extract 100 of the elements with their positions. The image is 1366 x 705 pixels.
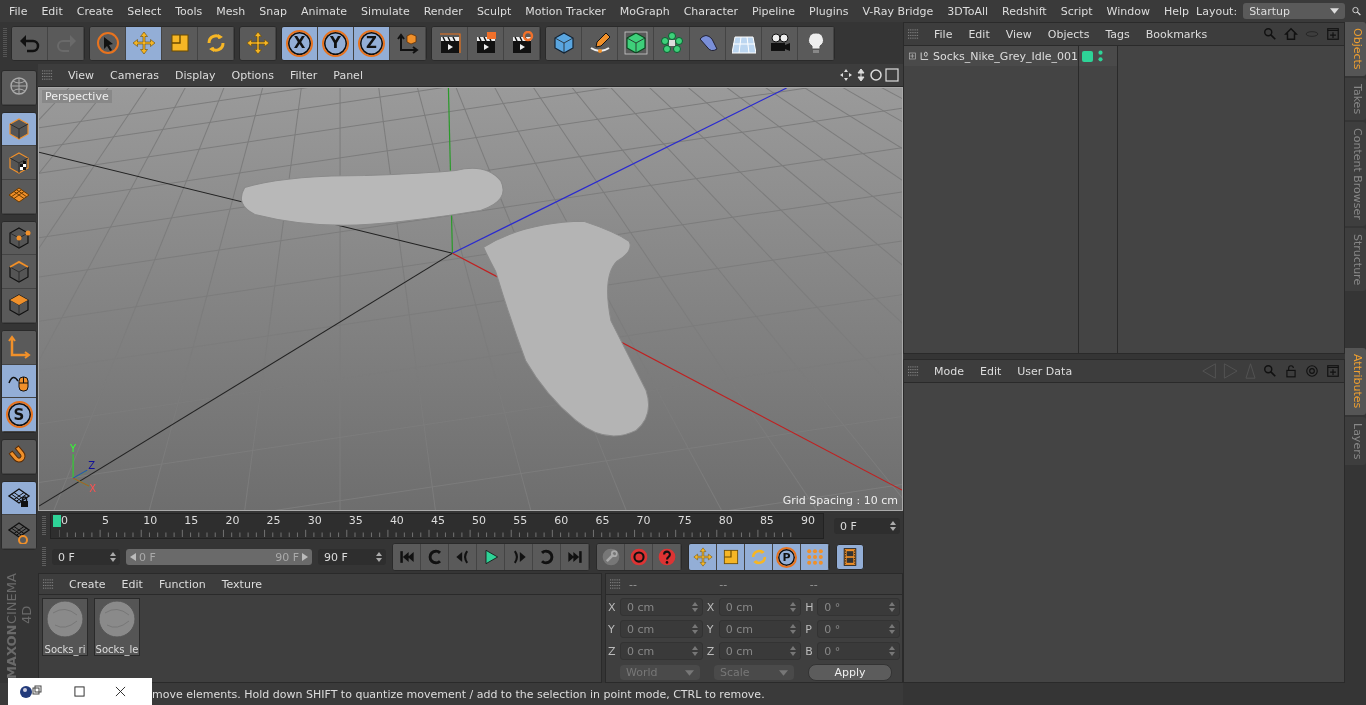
playback-button[interactable] <box>393 544 421 570</box>
tool-button[interactable] <box>2 364 36 399</box>
menu-item[interactable]: Objects <box>1040 27 1097 41</box>
menu-item[interactable]: V-Ray Bridge <box>855 4 941 18</box>
menu-item[interactable]: Snap <box>252 4 294 18</box>
menu-item[interactable]: 3DToAll <box>940 4 995 18</box>
toolbar-button[interactable]: X <box>282 26 318 60</box>
toolbar-button[interactable] <box>90 26 126 60</box>
menu-item[interactable]: Script <box>1053 4 1100 18</box>
toolbar-button[interactable] <box>198 26 234 60</box>
playback-button[interactable] <box>477 544 505 570</box>
material-name[interactable]: Socks_ri <box>44 644 86 655</box>
toolbar-button[interactable] <box>468 26 504 60</box>
playback-button[interactable] <box>449 544 477 570</box>
toolbar-button[interactable]: Z <box>354 26 390 60</box>
menu-item[interactable]: Help <box>1156 4 1197 18</box>
current-frame-field[interactable]: 0 F <box>834 518 900 534</box>
toolbar-button[interactable] <box>504 26 540 60</box>
menu-item[interactable]: Character <box>676 4 745 18</box>
playback-button[interactable] <box>421 544 449 570</box>
tool-button[interactable] <box>2 330 36 365</box>
app-icon[interactable] <box>18 683 44 700</box>
menu-item[interactable]: Function <box>151 577 213 591</box>
left-arrow-icon[interactable] <box>130 553 136 561</box>
key-button[interactable] <box>653 544 681 570</box>
menu-item[interactable]: Tags <box>1098 27 1137 41</box>
grip-icon[interactable] <box>42 547 46 567</box>
menu-item[interactable]: Cameras <box>103 68 166 82</box>
window-thumbnail[interactable] <box>8 678 152 705</box>
playback-button[interactable] <box>505 544 533 570</box>
menu-item[interactable]: Edit <box>34 4 70 18</box>
object-name[interactable]: Socks_Nike_Grey_Idle_001 <box>932 49 1078 63</box>
grip-icon[interactable] <box>908 365 919 377</box>
menu-item[interactable]: Animate <box>294 4 355 18</box>
viewport[interactable]: Perspective Y Z X Grid Spacing : 10 cm <box>38 87 903 511</box>
playback-button[interactable] <box>533 544 561 570</box>
menu-item[interactable]: File <box>2 4 35 18</box>
toolbar-button[interactable] <box>126 26 162 60</box>
right-arrow-icon[interactable] <box>302 553 308 561</box>
material-sphere-icon[interactable] <box>45 599 85 639</box>
menu-item[interactable]: Motion Tracker <box>518 4 613 18</box>
layer-color-swatch[interactable] <box>1082 50 1093 62</box>
menu-item[interactable]: View <box>61 68 102 82</box>
tool-button[interactable] <box>2 221 36 256</box>
toolbar-button[interactable] <box>726 26 762 60</box>
menu-item[interactable]: Create <box>62 577 113 591</box>
playback-button[interactable] <box>561 544 589 570</box>
menu-item[interactable]: Mesh <box>209 4 253 18</box>
menu-item[interactable]: Create <box>69 4 121 18</box>
menu-item[interactable]: Pipeline <box>745 4 803 18</box>
material-sphere-icon[interactable] <box>97 599 137 639</box>
spinner-icon[interactable] <box>890 521 896 531</box>
grip-icon[interactable] <box>42 69 53 81</box>
spinner-icon[interactable] <box>376 552 382 562</box>
toolbar-button[interactable] <box>432 26 468 60</box>
tool-button[interactable] <box>2 180 36 214</box>
menu-item[interactable]: Panel <box>326 68 370 82</box>
tool-button[interactable]: S <box>2 398 36 432</box>
object-row[interactable]: Socks_Nike_Grey_Idle_001 <box>904 46 1078 66</box>
tool-button[interactable] <box>2 146 36 181</box>
toolbar-button[interactable] <box>798 26 834 60</box>
menu-item[interactable]: Plugins <box>802 4 856 18</box>
layout-dropdown[interactable]: Startup <box>1243 3 1346 19</box>
menu-item[interactable]: File <box>927 27 960 41</box>
menu-item[interactable]: MoGraph <box>612 4 677 18</box>
end-frame-field[interactable]: 90 F <box>318 549 386 565</box>
menu-item[interactable]: Options <box>224 68 281 82</box>
grip-icon[interactable] <box>3 28 7 58</box>
menu-item[interactable]: Edit <box>961 27 997 41</box>
grip-icon[interactable] <box>908 28 919 40</box>
track-toggle[interactable]: P <box>773 544 801 570</box>
toolbar-button[interactable] <box>762 26 798 60</box>
grip-icon[interactable] <box>610 578 621 590</box>
menu-item[interactable]: Select <box>120 4 169 18</box>
menu-item[interactable]: Mode <box>927 364 971 378</box>
key-button[interactable] <box>625 544 653 570</box>
toolbar-button[interactable] <box>582 26 618 60</box>
visibility-dots-icon[interactable] <box>1098 50 1103 62</box>
menu-item[interactable]: Tools <box>168 4 210 18</box>
toolbar-button[interactable] <box>390 26 426 60</box>
menu-item[interactable]: Redshift <box>995 4 1054 18</box>
tool-button[interactable] <box>2 439 36 474</box>
menu-item[interactable]: Bookmarks <box>1138 27 1215 41</box>
toolbar-button[interactable] <box>240 26 276 60</box>
toolbar-button[interactable] <box>618 26 654 60</box>
expand-icon[interactable] <box>909 51 916 61</box>
menu-item[interactable]: Filter <box>283 68 325 82</box>
navigation-icons[interactable] <box>839 68 899 82</box>
search-icon[interactable] <box>1351 4 1362 18</box>
toolbar-button[interactable] <box>162 26 198 60</box>
tool-button[interactable] <box>2 112 36 147</box>
menu-item[interactable]: Display <box>168 68 223 82</box>
menu-item[interactable]: Edit <box>114 577 150 591</box>
close-icon[interactable] <box>115 686 126 697</box>
menu-item[interactable]: Render <box>416 4 470 18</box>
timeline-button[interactable] <box>836 544 864 570</box>
spinner-icon[interactable] <box>110 552 116 562</box>
toolbar-button[interactable] <box>654 26 690 60</box>
tool-button[interactable] <box>2 289 36 323</box>
timeline-ruler[interactable]: 0 5 10 15 20 25 30 35 40 45 50 55 60 65 70 75 80 85 90 <box>50 513 824 539</box>
